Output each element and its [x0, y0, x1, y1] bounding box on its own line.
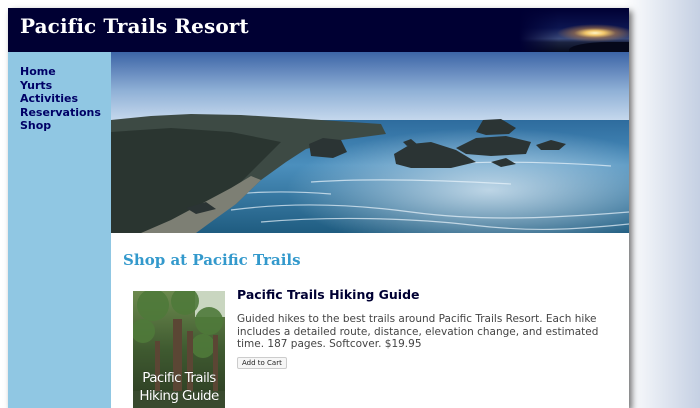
- product-description: Guided hikes to the best trails around P…: [237, 313, 599, 350]
- cover-title-line1: Pacific Trails: [142, 370, 216, 386]
- cover-title-line2: Hiking Guide: [139, 388, 219, 404]
- product-name: Pacific Trails Hiking Guide: [237, 287, 420, 302]
- nav-item: Home: [20, 64, 111, 78]
- sunset-shoreline: [569, 42, 629, 52]
- add-to-cart-button[interactable]: Add to Cart: [237, 357, 287, 369]
- coastline-hero-image: [111, 52, 629, 233]
- nav-link-shop[interactable]: Shop: [20, 120, 51, 132]
- nav-item: Activities: [20, 91, 111, 105]
- nav-item: Reservations: [20, 105, 111, 119]
- sidebar-nav: Home Yurts Activities Reservations Shop: [8, 52, 111, 408]
- nav-link-home[interactable]: Home: [20, 66, 56, 78]
- main-content: Shop at Pacific Trails Pacific Trails Hi…: [111, 233, 629, 408]
- page-wrapper: Pacific Trails Resort Home Yurts Activit…: [8, 8, 629, 408]
- nav-item: Shop: [20, 118, 111, 132]
- nav-link-yurts[interactable]: Yurts: [20, 79, 52, 92]
- nav-list: Home Yurts Activities Reservations Shop: [8, 52, 111, 132]
- site-header: Pacific Trails Resort: [8, 8, 629, 52]
- page-heading: Shop at Pacific Trails: [123, 251, 301, 269]
- product-cover-image: Pacific Trails Hiking Guide: [133, 291, 225, 408]
- header-sunset-image: [519, 8, 629, 52]
- site-title: Pacific Trails Resort: [20, 14, 249, 38]
- nav-item: Yurts: [20, 78, 111, 92]
- nav-link-activities[interactable]: Activities: [20, 93, 78, 105]
- hero-sky: [111, 52, 629, 122]
- nav-link-reservations[interactable]: Reservations: [20, 106, 101, 119]
